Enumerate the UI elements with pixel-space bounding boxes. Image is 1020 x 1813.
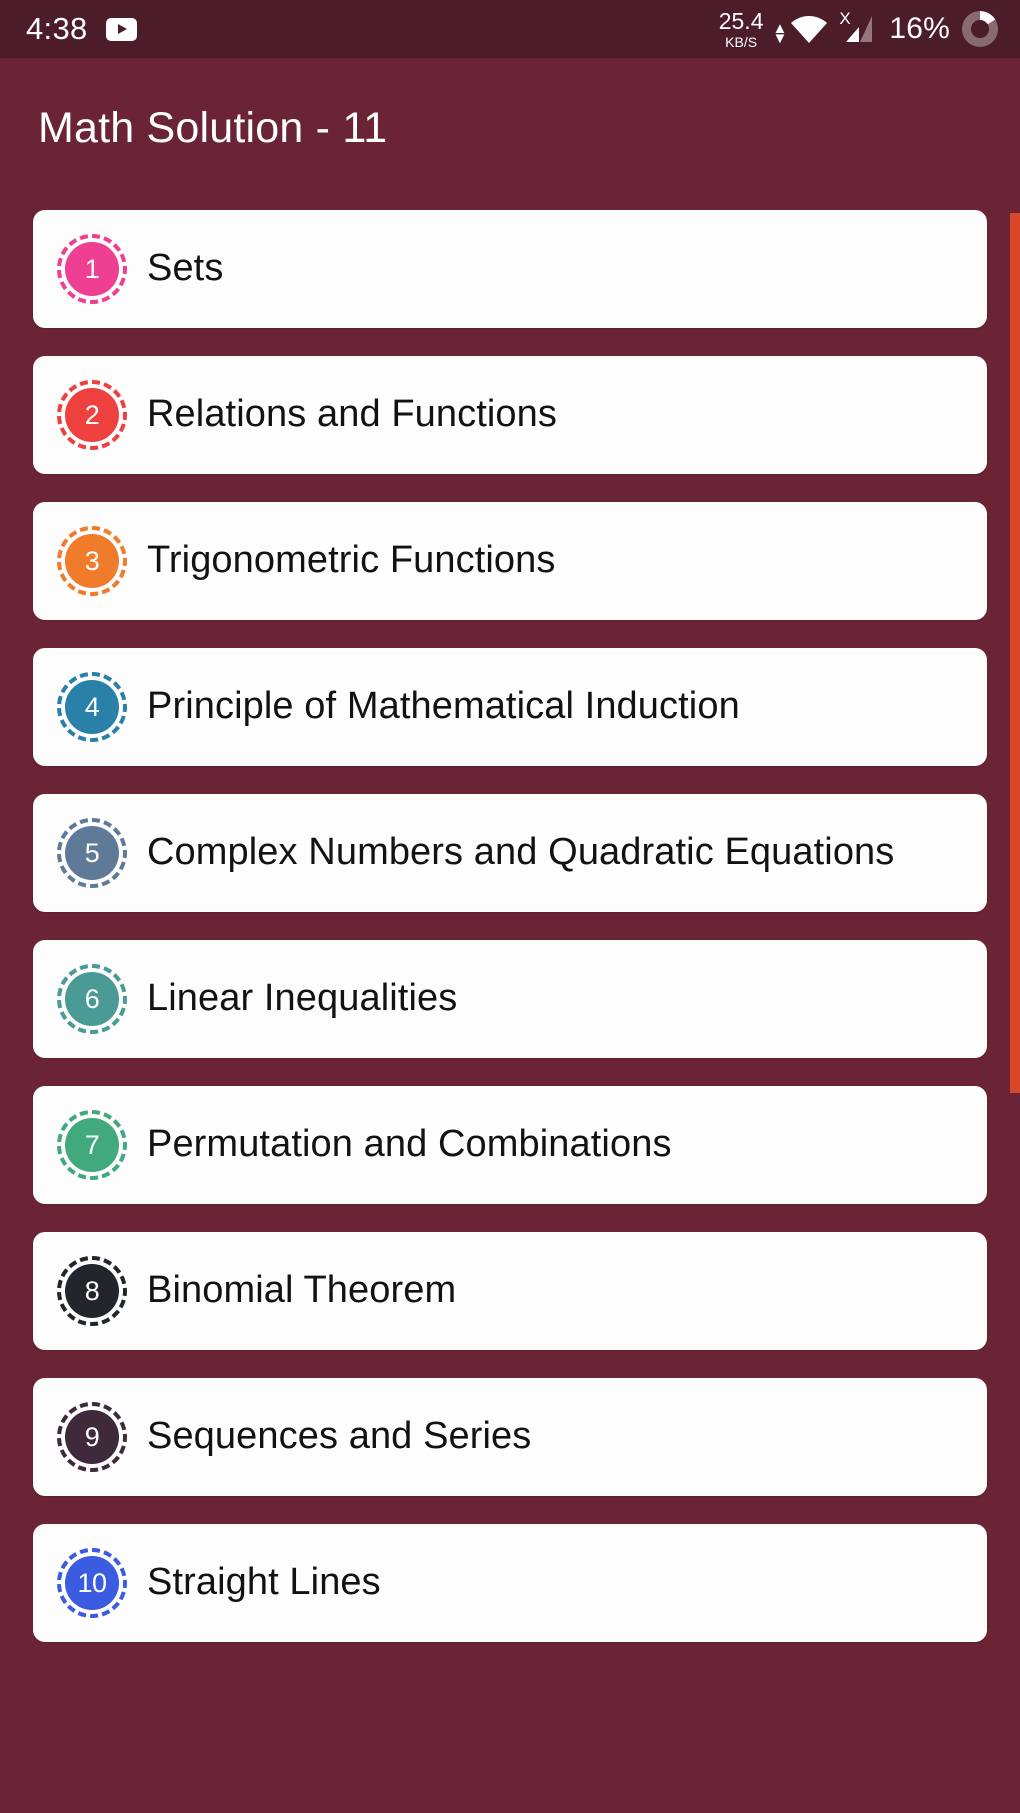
chapter-number-badge: 5: [57, 818, 127, 888]
chapter-card[interactable]: 10 Straight Lines: [33, 1524, 987, 1642]
chapter-number-badge: 6: [57, 964, 127, 1034]
chapter-number-badge: 4: [57, 672, 127, 742]
chapter-number-badge: 10: [57, 1548, 127, 1618]
network-speed-unit: KB/S: [725, 33, 758, 50]
wifi-signal-icon: [791, 16, 828, 43]
chapter-card[interactable]: 5 Complex Numbers and Quadratic Equations: [33, 794, 987, 912]
chapter-number-badge: 7: [57, 1110, 127, 1180]
chapter-number-badge: 2: [57, 380, 127, 450]
wifi-group: ▲ ▼: [772, 12, 829, 46]
chapter-card[interactable]: 1 Sets: [33, 210, 987, 328]
dashed-ring-icon: [57, 672, 127, 742]
dashed-ring-icon: [57, 818, 127, 888]
chapter-number-badge: 1: [57, 234, 127, 304]
chapter-title: Straight Lines: [147, 1561, 381, 1604]
network-speed-value: 25.4: [718, 7, 764, 34]
dashed-ring-icon: [57, 1402, 127, 1472]
scrollbar-track[interactable]: [1010, 198, 1020, 1813]
chapter-title: Binomial Theorem: [147, 1269, 457, 1312]
network-speed-indicator: 25.4 KB/S: [718, 7, 764, 50]
dashed-ring-icon: [57, 964, 127, 1034]
chapter-title: Principle of Mathematical Induction: [147, 685, 740, 728]
dashed-ring-icon: [57, 380, 127, 450]
chapter-number-badge: 3: [57, 526, 127, 596]
scrollbar-thumb[interactable]: [1010, 213, 1020, 1093]
dashed-ring-icon: [57, 234, 127, 304]
status-clock: 4:38: [26, 11, 88, 46]
status-bar: 4:38 25.4 KB/S ▲ ▼ X 16%: [0, 0, 1020, 58]
chapter-card[interactable]: 4 Principle of Mathematical Induction: [33, 648, 987, 766]
no-service-x-icon: X: [839, 9, 851, 28]
chapter-title: Relations and Functions: [147, 393, 557, 436]
chapter-number-badge: 8: [57, 1256, 127, 1326]
chapter-number-badge: 9: [57, 1402, 127, 1472]
chapter-title: Trigonometric Functions: [147, 539, 556, 582]
chapter-title: Complex Numbers and Quadratic Equations: [147, 831, 895, 874]
dashed-ring-icon: [57, 1548, 127, 1618]
chapter-card[interactable]: 2 Relations and Functions: [33, 356, 987, 474]
app-bar: Math Solution - 11: [0, 58, 1020, 198]
chapter-title: Sets: [147, 247, 224, 290]
status-bar-right: 25.4 KB/S ▲ ▼ X 16%: [718, 7, 998, 50]
page-title: Math Solution - 11: [38, 103, 388, 152]
chapter-card[interactable]: 8 Binomial Theorem: [33, 1232, 987, 1350]
up-down-arrows-icon: ▲ ▼: [772, 19, 788, 47]
chapter-list: 1 Sets 2 Relations and Functions 3 Trigonomet…: [0, 198, 1020, 1813]
status-bar-left: 4:38: [26, 11, 137, 47]
chapter-title: Sequences and Series: [147, 1415, 532, 1458]
chapter-card[interactable]: 6 Linear Inequalities: [33, 940, 987, 1058]
dashed-ring-icon: [57, 526, 127, 596]
cellular-group: X: [839, 9, 876, 44]
dashed-ring-icon: [57, 1256, 127, 1326]
chapter-card[interactable]: 9 Sequences and Series: [33, 1378, 987, 1496]
battery-percent-label: 16%: [889, 12, 950, 45]
battery-ring-icon: [962, 11, 998, 47]
chapter-card[interactable]: 3 Trigonometric Functions: [33, 502, 987, 620]
youtube-play-icon: [105, 17, 137, 41]
dashed-ring-icon: [57, 1110, 127, 1180]
chapter-card[interactable]: 7 Permutation and Combinations: [33, 1086, 987, 1204]
chapter-title: Linear Inequalities: [147, 977, 458, 1020]
chapter-title: Permutation and Combinations: [147, 1123, 672, 1166]
